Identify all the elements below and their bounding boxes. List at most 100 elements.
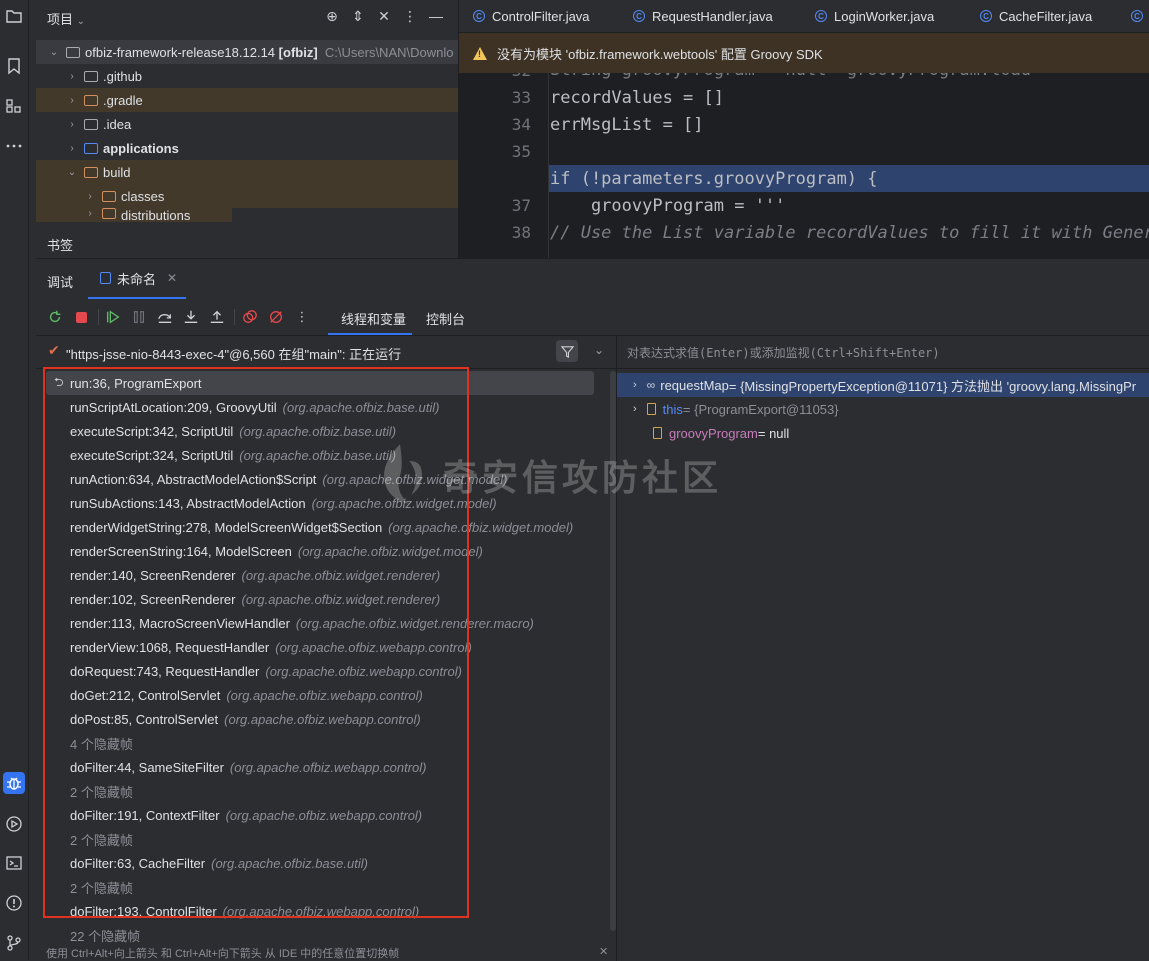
tree-item-idea[interactable]: › .idea — [36, 112, 458, 136]
pause-icon[interactable] — [130, 308, 148, 326]
stack-frame[interactable]: runScriptAtLocation:209, GroovyUtil (org.… — [46, 395, 594, 419]
tree-item-build[interactable]: ⌄ build — [36, 160, 458, 184]
frame-method: render:113, MacroScreenViewHandler — [70, 615, 290, 631]
frame-package: (org.apache.ofbiz.widget.model) — [388, 519, 574, 535]
code-line: 33 recordValues = [] — [459, 84, 1149, 111]
thread-selector[interactable]: ✔ "https-jsse-nio-8443-exec-4"@6,560 在组"… — [36, 336, 616, 369]
close-icon[interactable]: ✕ — [167, 271, 177, 285]
class-icon: C — [815, 10, 827, 22]
tab-loginworker[interactable]: C LoginWorker.java — [815, 0, 934, 32]
run-icon[interactable] — [3, 813, 25, 835]
frame-package: (org.apache.ofbiz.base.util) — [239, 447, 397, 463]
git-icon[interactable] — [3, 932, 25, 954]
chevron-right-icon: › — [70, 70, 74, 82]
stack-frame[interactable]: doGet:212, ControlServlet (org.apache.ofb… — [46, 683, 594, 707]
tab-cachefilter[interactable]: C CacheFilter.java — [980, 0, 1092, 32]
stack-frame[interactable]: renderWidgetString:278, ModelScreenWidge… — [46, 515, 594, 539]
step-out-icon[interactable] — [208, 308, 226, 326]
frame-package: (org.apache.ofbiz.widget.model) — [311, 495, 497, 511]
frame-package: (org.apache.ofbiz.webapp.control) — [225, 807, 423, 823]
stack-frame[interactable]: doFilter:193, ControlFilter (org.apache.o… — [46, 899, 594, 923]
hidden-frames-row[interactable]: 2 个隐藏帧 — [46, 779, 594, 803]
frame-package: (org.apache.ofbiz.widget.model) — [322, 471, 508, 487]
locate-icon[interactable]: ⊕ — [322, 6, 342, 26]
class-icon: C — [1131, 10, 1143, 22]
collapse-all-icon[interactable]: ✕ — [374, 6, 394, 26]
structure-icon[interactable] — [3, 96, 25, 118]
hidden-frames-row[interactable]: 22 个隐藏帧 — [46, 923, 594, 947]
project-title[interactable]: 项目 ⌄ — [47, 9, 85, 28]
tree-item-gradle[interactable]: › .gradle — [36, 88, 458, 112]
tab-requesthandler[interactable]: C RequestHandler.java — [633, 0, 773, 32]
more-icon[interactable] — [3, 135, 25, 157]
debug-icon[interactable] — [3, 772, 25, 794]
stack-frame[interactable]: doPost:85, ControlServlet (org.apache.ofb… — [46, 707, 594, 731]
tree-root[interactable]: ⌄ ofbiz-framework-release18.12.14 [ofbiz… — [36, 40, 458, 64]
folder-icon[interactable] — [3, 5, 25, 27]
stack-frame[interactable]: executeScript:342, ScriptUtil (org.apache… — [46, 419, 594, 443]
tab-controlfilter[interactable]: C ControlFilter.java — [473, 0, 590, 32]
chevron-down-icon[interactable]: ⌄ — [594, 343, 604, 357]
hidden-frames-row[interactable]: 4 个隐藏帧 — [46, 731, 594, 755]
more-options-icon[interactable]: ⋮ — [293, 308, 311, 326]
minimize-icon[interactable]: — — [426, 6, 446, 26]
expand-all-icon[interactable]: ⇕ — [348, 6, 368, 26]
stop-icon[interactable] — [72, 308, 90, 326]
tree-item-distributions[interactable]: › distributions — [36, 208, 232, 222]
stack-frame[interactable]: runAction:634, AbstractModelAction$Scrip… — [46, 467, 594, 491]
tab-threads-variables[interactable]: 线程和变量 — [328, 299, 412, 335]
stack-frame[interactable]: render:113, MacroScreenViewHandler (org.a… — [46, 611, 594, 635]
options-icon[interactable]: ⋮ — [400, 6, 420, 26]
code-text: if (!parameters.groovyProgram) { — [550, 168, 878, 189]
stack-frame[interactable]: executeScript:324, ScriptUtil (org.apache… — [46, 443, 594, 467]
step-into-icon[interactable] — [182, 308, 200, 326]
resume-icon[interactable] — [104, 308, 122, 326]
stack-frame[interactable]: runSubActions:143, AbstractModelAction (o… — [46, 491, 594, 515]
view-breakpoints-icon[interactable] — [241, 308, 259, 326]
breakpoint-gutter[interactable]: ✓ — [459, 168, 571, 186]
bookmarks-title[interactable]: 书签 — [47, 235, 73, 254]
tab-overflow[interactable]: C — [1131, 0, 1149, 32]
var-row-this[interactable]: › this = {ProgramExport@11053} — [617, 397, 1149, 421]
tab-session[interactable]: 未命名 ✕ — [88, 259, 186, 299]
folder-icon — [84, 166, 98, 178]
thread-label: "https-jsse-nio-8443-exec-4"@6,560 在组"ma… — [66, 347, 402, 362]
bookmark-icon[interactable] — [3, 55, 25, 77]
var-value: = {ProgramExport@11053} — [682, 401, 839, 417]
stack-frame[interactable]: doFilter:44, SameSiteFilter (org.apache.o… — [46, 755, 594, 779]
close-hint-icon[interactable]: ✕ — [599, 945, 608, 958]
terminal-icon[interactable] — [3, 852, 25, 874]
stack-frame[interactable]: render:140, ScreenRenderer (org.apache.of… — [46, 563, 594, 587]
step-over-icon[interactable] — [156, 308, 174, 326]
var-row-groovyprogram[interactable]: groovyProgram = null — [617, 421, 1149, 445]
stack-frame[interactable]: doFilter:63, CacheFilter (org.apache.ofbi… — [46, 851, 594, 875]
hidden-frames-row[interactable]: 2 个隐藏帧 — [46, 827, 594, 851]
frame-method: doRequest:743, RequestHandler — [70, 663, 260, 679]
stack-frame[interactable]: ⮌ run:36, ProgramExport — [46, 371, 594, 395]
tree-item-github[interactable]: › .github — [36, 64, 458, 88]
problems-icon[interactable] — [3, 892, 25, 914]
evaluate-field[interactable]: 对表达式求值(Enter)或添加监视(Ctrl+Shift+Enter) — [617, 336, 1149, 369]
chevron-down-icon: ⌄ — [49, 46, 59, 58]
stack-frame[interactable]: renderScreenString:164, ModelScreen (org.… — [46, 539, 594, 563]
tree-item-applications[interactable]: › applications — [36, 136, 458, 160]
frame-method: run:36, ProgramExport — [70, 375, 202, 391]
hidden-frames-row[interactable]: 2 个隐藏帧 — [46, 875, 594, 899]
var-row-requestmap[interactable]: › ∞ requestMap = {MissingPropertyExcepti… — [617, 373, 1149, 397]
tab-console[interactable]: 控制台 — [426, 309, 465, 328]
check-icon: ✔ — [48, 342, 60, 358]
stack-frame[interactable]: renderView:1068, RequestHandler (org.apac… — [46, 635, 594, 659]
frame-package: (org.apache.ofbiz.base.util) — [239, 423, 397, 439]
rerun-icon[interactable] — [46, 308, 64, 326]
mute-breakpoints-icon[interactable] — [267, 308, 285, 326]
stack-frame[interactable]: doFilter:191, ContextFilter (org.apache.o… — [46, 803, 594, 827]
stack-frame[interactable]: doRequest:743, RequestHandler (org.apache… — [46, 659, 594, 683]
filter-icon[interactable] — [556, 340, 578, 362]
code-text: groovyProgram = ''' — [550, 195, 786, 216]
chevron-right-icon[interactable]: › — [633, 403, 637, 415]
frame-package: (org.apache.ofbiz.base.util) — [282, 399, 440, 415]
stack-frame[interactable]: render:102, ScreenRenderer (org.apache.of… — [46, 587, 594, 611]
chevron-down-icon: ⌄ — [67, 166, 77, 178]
chevron-right-icon[interactable]: › — [633, 379, 637, 391]
tree-item-classes[interactable]: › classes — [36, 184, 458, 208]
